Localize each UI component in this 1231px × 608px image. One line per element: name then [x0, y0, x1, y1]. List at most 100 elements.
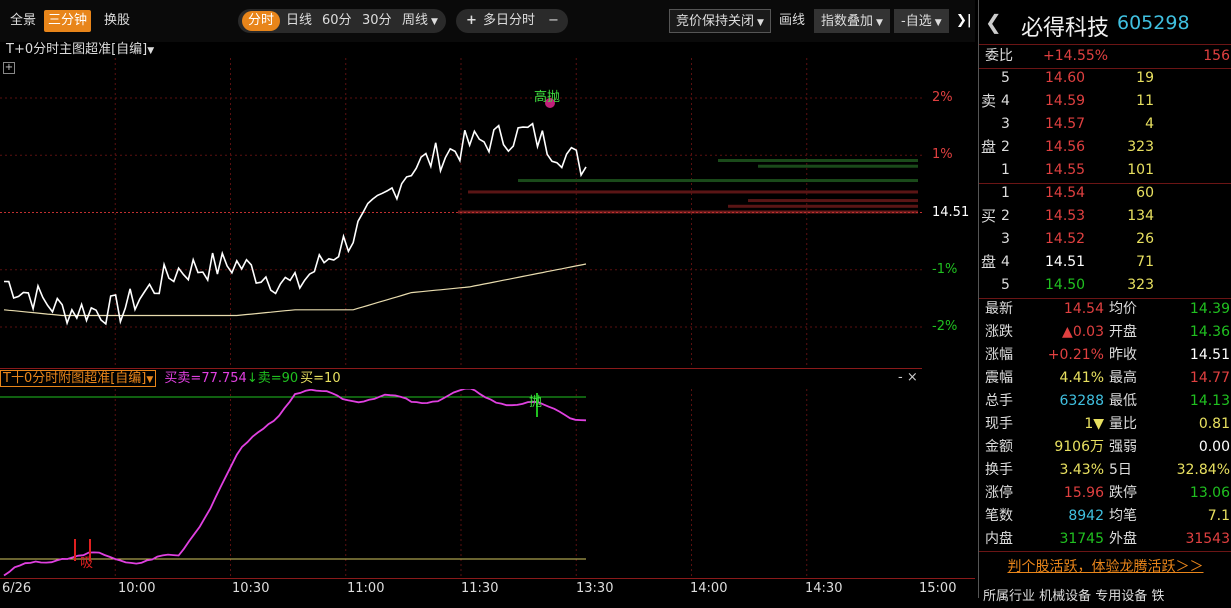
level-price: 14.55 [1045, 162, 1086, 178]
tab-intraday[interactable]: 分时 [242, 11, 281, 31]
sell-level-row[interactable]: 5 14.60 19 [979, 67, 1231, 90]
stat-value: 31543 [1185, 531, 1230, 547]
sub-chart-title-text: T十0分时附图超准[自编] [3, 371, 147, 386]
level-number: 2 [1001, 208, 1010, 224]
order-book-bar [758, 164, 918, 168]
order-book-bar [718, 159, 918, 162]
stat-label: 总手 [985, 393, 1013, 409]
stat-label: 换手 [985, 462, 1013, 478]
stock-header: ❮ 必得科技 605298 [979, 0, 1231, 45]
level-volume: 4 [1145, 116, 1154, 132]
stat-value: 4.41% [1059, 370, 1104, 386]
level-price: 14.53 [1045, 208, 1086, 224]
stat-value: ▲0.03 [1062, 324, 1104, 340]
wei-bi-label: 委比 [985, 48, 1013, 64]
self-select-dropdown[interactable]: -自选 ▼ [894, 9, 949, 33]
sell-level-row[interactable]: 1 14.55 101 [979, 159, 1231, 182]
stat-row: 换手 3.43% 5日 32.84% [979, 459, 1231, 482]
weekly-label: 周线 [402, 13, 429, 28]
multi-day-plus-button[interactable]: + [466, 10, 477, 32]
time-label: 10:30 [232, 581, 270, 596]
time-label: 13:30 [576, 581, 614, 596]
level-volume: 323 [1127, 277, 1154, 293]
chart-divider [0, 368, 922, 369]
chevron-down-icon: ▼ [757, 18, 764, 28]
sell-level-row[interactable]: 4 14.59 11 [979, 90, 1231, 113]
stat-label: 最新 [985, 301, 1013, 317]
indicator-sell: 卖=90 [257, 371, 299, 386]
prev-stock-icon[interactable]: ❮ [985, 10, 1002, 34]
stat-label: 涨停 [985, 485, 1013, 501]
stat-value: 7.1 [1207, 508, 1230, 524]
buy-level-row[interactable]: 4 14.51 71 [979, 251, 1231, 274]
sell-signal-label: 抛 [529, 395, 543, 410]
promo-link[interactable]: 判个股活跃，体验龙腾活跃＞＞ [979, 556, 1231, 579]
main-chart-title[interactable]: T+0分时主图超准[自编]▼ [6, 38, 154, 57]
price-axis-label: 2% [932, 90, 953, 106]
index-overlay-dropdown[interactable]: 指数叠加 ▼ [814, 9, 890, 33]
level-number: 1 [1001, 185, 1010, 201]
sell-level-row[interactable]: 2 14.56 323 [979, 136, 1231, 159]
order-book-bar [748, 199, 918, 203]
stat-row: 最新 14.54 均价 14.39 [979, 298, 1231, 321]
level-price: 14.60 [1045, 70, 1086, 86]
stat-label: 涨跌 [985, 324, 1013, 340]
sub-chart-title[interactable]: T十0分时附图超准[自编]▼ [0, 370, 157, 387]
price-axis-label: 1% [932, 147, 953, 163]
order-book-bar [728, 204, 918, 208]
stat-value: 14.51 [1189, 347, 1230, 363]
tab-switch-stock[interactable]: 换股 [104, 10, 130, 32]
stat-label: 现手 [985, 416, 1013, 432]
level-volume: 323 [1127, 139, 1154, 155]
price-axis: 2% 1% 14.51 -1% -2% [922, 58, 974, 367]
buy-level-row[interactable]: 1 14.54 60 [979, 182, 1231, 205]
stat-label: 内盘 [985, 531, 1013, 547]
sub-indicator-chart [0, 389, 808, 577]
time-label: 11:30 [461, 581, 499, 596]
sell-level-row[interactable]: 3 14.57 4 [979, 113, 1231, 136]
main-price-chart [0, 58, 922, 367]
order-book-bar [468, 190, 918, 194]
multi-day-label: 多日分时 [483, 13, 536, 28]
stat-value: 13.06 [1189, 485, 1230, 501]
collapse-panel-icon[interactable]: ❯| [956, 10, 972, 32]
level-price: 14.57 [1045, 116, 1086, 132]
stat-row: 现手 1▼ 量比 0.81 [979, 413, 1231, 436]
tab-30min[interactable]: 30分 [362, 10, 392, 32]
wei-cha-value: 156 [1203, 48, 1230, 64]
stat-value: 14.36 [1189, 324, 1230, 340]
stat-row: 笔数 8942 均笔 7.1 [979, 505, 1231, 528]
stat-label: 量比 [1109, 416, 1137, 432]
tab-weekly[interactable]: 周线 ▼ [402, 10, 438, 32]
chevron-down-icon: ▼ [146, 375, 154, 385]
level-number: 4 [1001, 93, 1010, 109]
buysell-indicator-line [3, 389, 587, 577]
price-axis-label: 14.51 [932, 204, 970, 220]
stat-label: 5日 [1109, 462, 1132, 478]
auction-dropdown[interactable]: 竞价保持关闭 ▼ [669, 9, 771, 33]
sub-chart-header: T十0分时附图超准[自编]▼ 买卖=77.754↓卖=90 买=10 [0, 370, 341, 388]
tab-daily[interactable]: 日线 [286, 10, 312, 32]
buy-level-row[interactable]: 2 14.53 134 [979, 205, 1231, 228]
price-line [3, 122, 587, 326]
stat-label: 震幅 [985, 370, 1013, 386]
level-volume: 101 [1127, 162, 1154, 178]
level-price: 14.51 [1045, 254, 1086, 270]
stat-value: +0.21% [1047, 347, 1104, 363]
order-book-bar [518, 179, 918, 183]
buy-level-row[interactable]: 5 14.50 323 [979, 274, 1231, 297]
draw-line-button[interactable]: 画线 [779, 10, 805, 32]
stock-name: 必得科技 [1021, 16, 1110, 41]
time-label: 15:00 [919, 581, 957, 596]
level-volume: 26 [1136, 231, 1154, 247]
tab-three-minute[interactable]: 三分钟 [44, 10, 92, 32]
tab-overview[interactable]: 全景 [10, 10, 36, 32]
tab-60min[interactable]: 60分 [322, 10, 352, 32]
stat-label: 昨收 [1109, 347, 1137, 363]
stat-row: 涨幅 +0.21% 昨收 14.51 [979, 344, 1231, 367]
buy-signal-label: 吸 [80, 556, 94, 571]
buy-level-row[interactable]: 3 14.52 26 [979, 228, 1231, 251]
sub-chart-controls[interactable]: - × [898, 370, 918, 385]
level-number: 2 [1001, 139, 1010, 155]
multi-day-minus-button[interactable]: − [548, 10, 559, 32]
